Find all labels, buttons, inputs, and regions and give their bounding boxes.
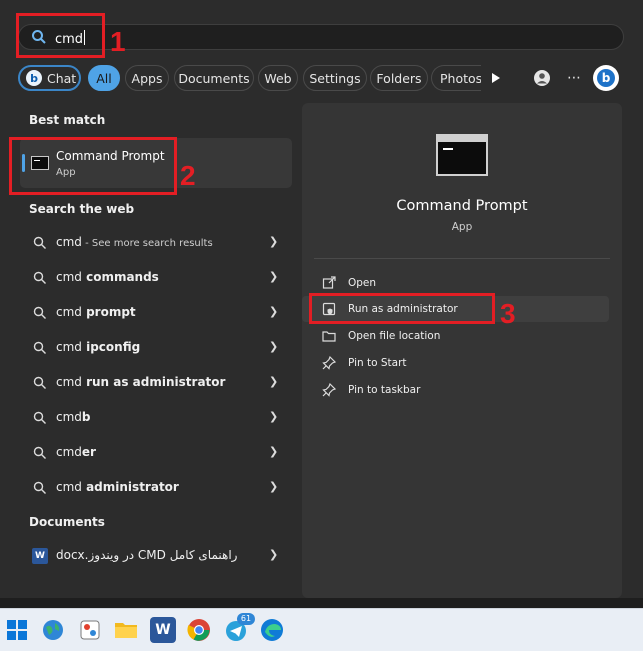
chevron-right-icon: ❯ [269,548,279,561]
web-result-7[interactable]: cmder ❯ [20,436,292,470]
annotation-box-3 [309,293,495,324]
search-icon [33,411,46,424]
folder-icon [322,331,336,342]
pin-icon [322,383,336,397]
tab-settings[interactable]: Settings [303,65,367,91]
tab-chat[interactable]: b Chat [18,65,81,91]
chevron-right-icon: ❯ [269,235,279,248]
tab-documents[interactable]: Documents [174,65,254,91]
edge-icon [261,619,283,641]
taskbar-app-globe[interactable] [40,617,66,643]
command-prompt-large-icon [436,134,488,176]
documents-heading: Documents [29,515,105,529]
background-window-strip [0,598,643,608]
search-icon [33,341,46,354]
start-button[interactable] [4,617,30,643]
web-result-8[interactable]: cmd administrator ❯ [20,471,292,505]
taskbar: W 61 [0,608,643,651]
taskbar-app-file-explorer[interactable] [113,617,139,643]
word-icon: W [150,617,176,643]
search-icon [33,376,46,389]
action-pin-to-taskbar[interactable]: Pin to taskbar [302,377,609,403]
search-bar[interactable]: cmd [18,24,624,50]
chevron-right-icon: ❯ [269,270,279,283]
chevron-right-icon: ❯ [269,305,279,318]
search-web-heading: Search the web [29,202,135,216]
annotation-number-2: 2 [180,160,196,191]
detail-divider [314,258,610,259]
annotation-box-2 [9,137,177,195]
more-options-icon[interactable]: ⋯ [566,70,582,86]
snipping-tool-icon [80,620,100,640]
taskbar-app-word[interactable]: W [150,617,176,643]
annotation-number-3: 3 [500,298,516,329]
chevron-right-icon: ❯ [269,480,279,493]
search-icon [33,236,46,249]
word-document-icon: W [32,548,48,564]
globe-icon [43,620,63,640]
user-avatar-icon[interactable] [534,70,550,86]
web-result-2[interactable]: cmd commands ❯ [20,261,292,295]
chevron-right-icon: ❯ [269,375,279,388]
web-result-1[interactable]: cmd - See more search results ❯ [20,226,292,260]
annotation-box-1 [16,13,105,58]
windows-logo-icon [7,620,27,640]
tab-folders[interactable]: Folders [370,65,428,91]
chevron-right-icon: ❯ [269,410,279,423]
bing-icon: b [26,70,42,86]
annotation-number-1: 1 [110,26,126,57]
chevron-right-icon: ❯ [269,445,279,458]
web-result-4[interactable]: cmd ipconfig ❯ [20,331,292,365]
web-result-3[interactable]: cmd prompt ❯ [20,296,292,330]
best-match-heading: Best match [29,113,106,127]
tab-photos[interactable]: Photos [431,65,481,91]
taskbar-app-edge[interactable] [259,617,285,643]
action-open-file-location[interactable]: Open file location [302,323,609,349]
bing-chat-icon[interactable]: b [593,65,619,91]
chrome-icon [187,619,210,641]
folder-icon [115,623,137,638]
pin-icon [322,356,336,370]
web-result-6[interactable]: cmdb ❯ [20,401,292,435]
tab-all[interactable]: All [88,65,120,91]
telegram-badge: 61 [237,613,255,625]
detail-title: Command Prompt [396,198,528,214]
search-icon [33,271,46,284]
document-result-1[interactable]: W راهنمای کامل CMD در ویندوز.docx ❯ [20,539,292,573]
web-result-5[interactable]: cmd run as administrator ❯ [20,366,292,400]
taskbar-app-telegram[interactable]: 61 [223,613,255,643]
detail-subtitle: App [451,221,473,233]
action-pin-to-start[interactable]: Pin to Start [302,350,609,376]
tab-apps[interactable]: Apps [125,65,169,91]
tab-web[interactable]: Web [258,65,298,91]
open-icon [322,276,336,289]
search-icon [33,446,46,459]
more-tabs-arrow-icon[interactable] [491,72,501,84]
chevron-right-icon: ❯ [269,340,279,353]
taskbar-app-snipping[interactable] [77,617,103,643]
search-icon [33,306,46,319]
search-icon [33,481,46,494]
taskbar-app-chrome[interactable] [186,617,212,643]
